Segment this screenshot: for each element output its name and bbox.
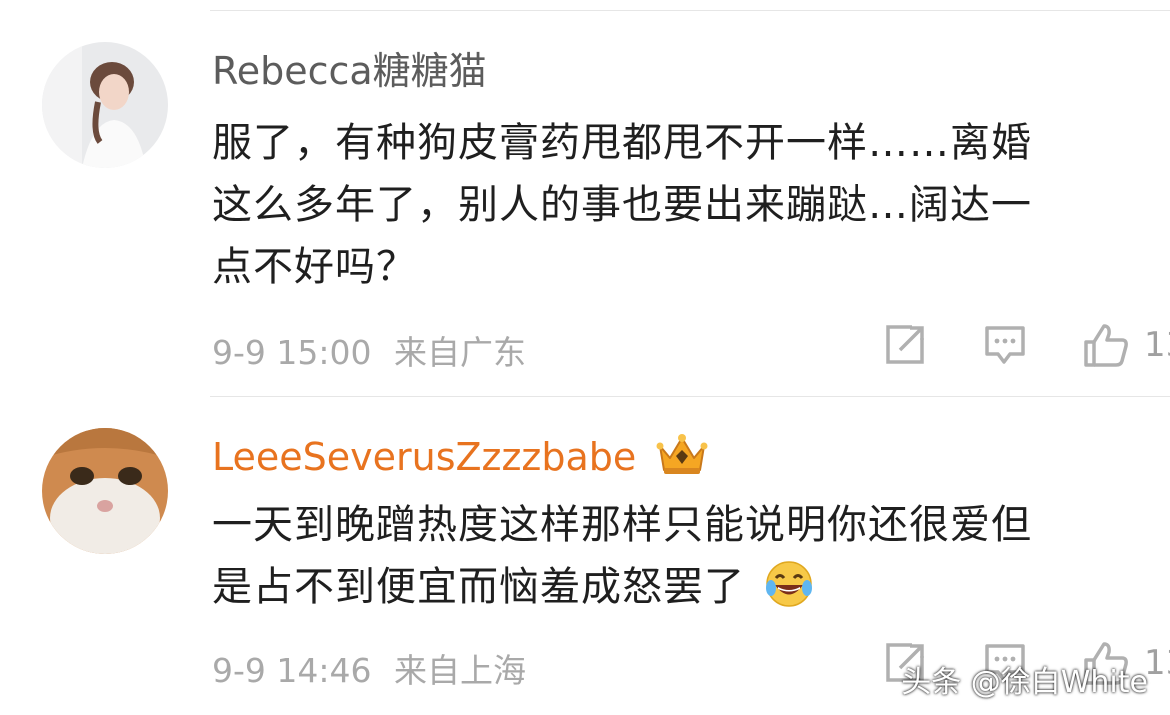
comment-meta: 9-9 14:46 来自上海 <box>212 644 526 692</box>
comment-actions: 13 <box>800 322 1170 374</box>
like-count: 13 <box>1144 325 1170 365</box>
comment-text: 一天到晚蹭热度这样那样只能说明你还很爱但 是占不到便宜而恼羞成怒罢了 <box>212 494 1112 618</box>
user-avatar[interactable] <box>42 42 168 168</box>
comment-text: 服了，有种狗皮膏药甩都甩不开一样……离婚 这么多年了，别人的事也要出来蹦跶…阔达… <box>212 112 1112 298</box>
comment-location: 来自上海 <box>394 651 526 690</box>
user-avatar[interactable] <box>42 428 168 554</box>
comment-line: 是占不到便宜而恼羞成怒罢了 <box>212 556 1112 618</box>
comment-time: 9-9 15:00 <box>212 333 372 372</box>
comment-button[interactable] <box>982 322 1028 368</box>
comment-line: 服了，有种狗皮膏药甩都甩不开一样……离婚 <box>212 120 1032 166</box>
crown-badge-icon <box>656 434 708 474</box>
share-icon <box>886 325 924 364</box>
comment-line: 这么多年了，别人的事也要出来蹦跶…阔达一 <box>212 182 1032 228</box>
comment-time: 9-9 14:46 <box>212 651 372 690</box>
username-text: LeeeSeverusZzzzbabe <box>212 435 637 479</box>
thumbs-up-icon <box>1084 324 1128 367</box>
laughing-tears-emoji <box>765 561 812 607</box>
comment-location: 来自广东 <box>394 333 526 372</box>
comment-meta: 9-9 15:00 来自广东 <box>212 326 526 374</box>
comment-icon <box>985 326 1025 364</box>
username[interactable]: LeeeSeverusZzzzbabe <box>212 432 710 480</box>
like-button[interactable]: 13 <box>1082 322 1170 368</box>
comment-line: 点不好吗？ <box>212 244 417 290</box>
share-button[interactable] <box>882 322 928 368</box>
username[interactable]: Rebecca糖糖猫 <box>212 48 487 94</box>
watermark: 头条 @徐白White <box>901 665 1148 700</box>
comment-item: Rebecca糖糖猫 服了，有种狗皮膏药甩都甩不开一样……离婚 这么多年了，别人… <box>0 0 1170 396</box>
comment-line: 一天到晚蹭热度这样那样只能说明你还很爱但 <box>212 502 1032 548</box>
